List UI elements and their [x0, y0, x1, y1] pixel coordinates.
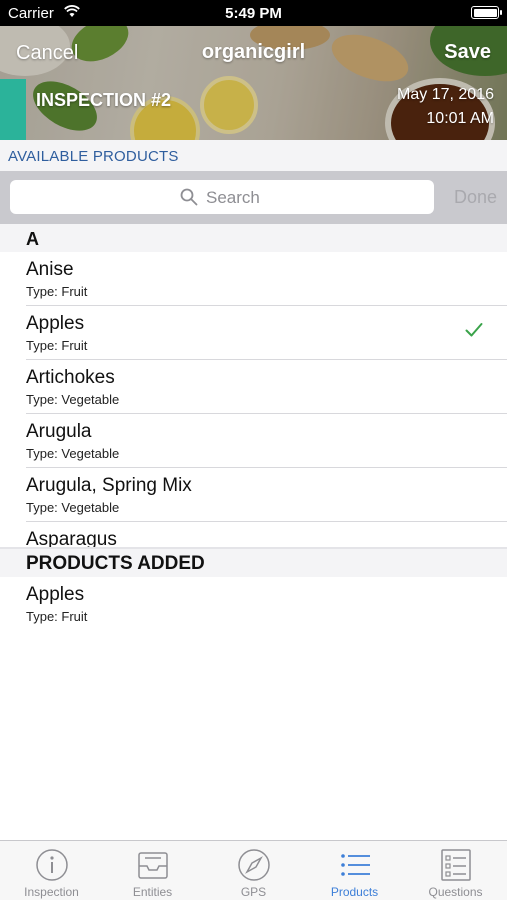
product-name: Apples [26, 584, 85, 605]
section-header-a: A [0, 224, 507, 252]
product-row-anise[interactable]: Anise Type: Fruit [0, 252, 507, 306]
tab-questions[interactable]: Questions [405, 841, 506, 900]
tab-label: Inspection [24, 885, 79, 899]
product-name: Asparagus [26, 529, 117, 547]
tab-inspection[interactable]: Inspection [1, 841, 102, 900]
inspection-date: May 17, 2016 [397, 86, 494, 103]
save-button[interactable]: Save [444, 41, 491, 64]
inspection-title: INSPECTION #2 [36, 90, 172, 110]
product-row-asparagus[interactable]: Asparagus [0, 522, 507, 547]
inbox-icon [138, 852, 168, 879]
product-name: Arugula [26, 421, 92, 442]
checkmark-icon [465, 323, 483, 337]
tab-label: GPS [240, 885, 267, 899]
inspection-accent-bar [0, 79, 26, 140]
tab-gps[interactable]: GPS [203, 841, 304, 900]
tab-label: Products [330, 885, 379, 899]
tab-label: Questions [428, 885, 483, 899]
tab-label: Entities [132, 885, 173, 899]
product-row-artichokes[interactable]: Artichokes Type: Vegetable [0, 360, 507, 414]
added-product-row-apples[interactable]: Apples Type: Fruit [0, 577, 507, 631]
battery-icon [471, 6, 502, 19]
product-row-arugula[interactable]: Arugula Type: Vegetable [0, 414, 507, 468]
product-type: Type: Fruit [26, 284, 88, 299]
product-row-arugula-spring-mix[interactable]: Arugula, Spring Mix Type: Vegetable [0, 468, 507, 522]
product-type: Type: Vegetable [26, 500, 120, 515]
available-products-list[interactable]: A Anise Type: Fruit Apples Type: Fruit A… [0, 224, 507, 547]
product-name: Apples [26, 313, 85, 334]
header: Cancel organicgirl Save INSPECTION #2 Ma… [0, 26, 507, 140]
nav-title: organicgirl [201, 41, 306, 63]
done-button[interactable]: Done [454, 187, 497, 208]
info-icon [36, 849, 68, 881]
checklist-icon [441, 849, 471, 881]
product-type: Type: Fruit [26, 609, 88, 624]
product-name: Artichokes [26, 367, 115, 388]
tab-entities[interactable]: Entities [102, 841, 203, 900]
product-name: Arugula, Spring Mix [26, 475, 192, 496]
tab-bar: Inspection Entities GPS Products Questio… [0, 840, 507, 900]
inspection-time: 10:01 AM [426, 110, 494, 127]
search-bar: Search Done [0, 171, 507, 224]
section-letter: A [26, 229, 39, 249]
product-type: Type: Vegetable [26, 446, 120, 461]
products-added-label: PRODUCTS ADDED [26, 553, 205, 574]
product-type: Type: Fruit [26, 338, 88, 353]
search-input[interactable]: Search [10, 180, 434, 214]
search-icon [180, 188, 198, 206]
product-row-apples[interactable]: Apples Type: Fruit [0, 306, 507, 360]
tab-products[interactable]: Products [304, 841, 405, 900]
search-placeholder: Search [206, 188, 260, 207]
product-type: Type: Vegetable [26, 392, 120, 407]
product-name: Anise [26, 259, 74, 280]
status-bar: Carrier 5:49 PM [0, 0, 507, 26]
available-products-label: AVAILABLE PRODUCTS [8, 148, 179, 165]
status-time: 5:49 PM [225, 5, 282, 22]
available-products-heading: AVAILABLE PRODUCTS [0, 140, 507, 171]
products-added-heading: PRODUCTS ADDED [0, 549, 507, 577]
compass-icon [238, 849, 270, 881]
list-icon [341, 854, 370, 876]
